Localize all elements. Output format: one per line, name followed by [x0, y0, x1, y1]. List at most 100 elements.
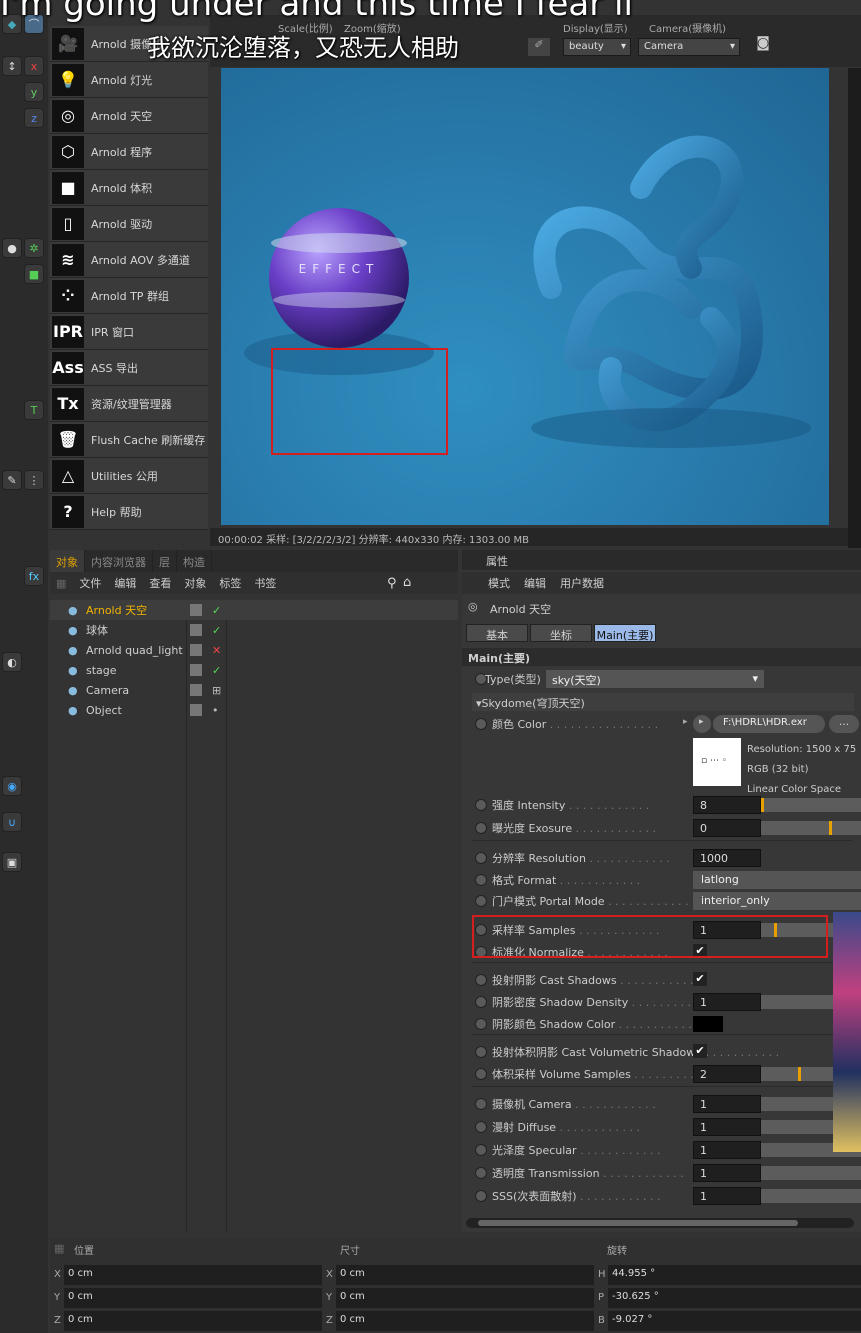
horizontal-scrollbar[interactable] — [466, 1218, 854, 1228]
param-slider[interactable] — [761, 1166, 861, 1180]
object-menu-item[interactable]: 查看 — [149, 575, 171, 591]
z-axis-icon[interactable]: z — [24, 108, 44, 128]
move-icon[interactable]: ↕ — [2, 56, 22, 76]
status-check-icon[interactable]: ✓ — [212, 664, 221, 677]
param-value-field[interactable]: 8 — [693, 796, 761, 814]
radio-icon[interactable] — [475, 996, 487, 1008]
param-value-field[interactable]: 1 — [693, 1164, 761, 1182]
snapshot-camera-icon[interactable]: ◙ — [752, 35, 774, 55]
checkbox[interactable]: ✔ — [693, 972, 707, 986]
radio-icon[interactable] — [475, 822, 487, 834]
object-row[interactable]: ● Object • — [50, 700, 458, 720]
arnold-menu-item[interactable]: IPR IPR 窗口 — [50, 314, 208, 350]
visibility-toggle-icon[interactable] — [190, 624, 202, 636]
checkbox[interactable]: ✔ — [693, 1044, 707, 1058]
radio-icon[interactable] — [475, 718, 487, 730]
attr-menu-item[interactable]: 编辑 — [524, 575, 546, 591]
x-axis-icon[interactable]: x — [24, 56, 44, 76]
shadow-color-swatch[interactable] — [693, 1016, 723, 1032]
render-viewport[interactable]: EFFECT — [221, 68, 829, 525]
object-row[interactable]: ● Arnold quad_light ✕ — [50, 640, 458, 660]
arnold-menu-item[interactable]: Ass ASS 导出 — [50, 350, 208, 386]
type-dropdown[interactable]: sky(天空) ▾ — [546, 670, 764, 688]
arnold-menu-item[interactable]: ⬡ Arnold 程序 — [50, 134, 208, 170]
camera-dropdown[interactable]: Camera ▾ — [638, 38, 740, 56]
size-field[interactable]: 0 cm — [336, 1288, 594, 1308]
radio-icon[interactable] — [475, 799, 487, 811]
param-slider[interactable] — [761, 1189, 861, 1203]
param-value-field[interactable]: 0 — [693, 819, 761, 837]
arnold-menu-item[interactable]: ? Help 帮助 — [50, 494, 208, 530]
home-icon[interactable]: ⌂ — [403, 575, 411, 590]
object-tab[interactable]: 对象 — [50, 550, 85, 572]
arnold-menu-item[interactable]: ⁘ Arnold TP 群组 — [50, 278, 208, 314]
gear-icon[interactable]: ✲ — [24, 238, 44, 258]
param-slider[interactable] — [761, 798, 861, 812]
status-check-icon[interactable]: ✓ — [212, 604, 221, 617]
arnold-menu-item[interactable]: ≋ Arnold AOV 多通道 — [50, 242, 208, 278]
object-row[interactable]: ● 球体 ✓ — [50, 620, 458, 640]
fx-icon[interactable]: fx — [24, 566, 44, 586]
radio-icon[interactable] — [475, 1121, 487, 1133]
param-value-field[interactable]: 1 — [693, 1118, 761, 1136]
param-value-field[interactable]: 1 — [693, 1187, 761, 1205]
arnold-menu-item[interactable]: ▯ Arnold 驱动 — [50, 206, 208, 242]
cube-icon[interactable]: ■ — [24, 264, 44, 284]
position-field[interactable]: 0 cm — [64, 1265, 322, 1285]
display-dropdown[interactable]: beauty ▾ — [563, 38, 631, 56]
radio-icon[interactable] — [475, 1046, 487, 1058]
position-field[interactable]: 0 cm — [64, 1311, 322, 1331]
visibility-toggle-icon[interactable] — [190, 604, 202, 616]
object-menu-item[interactable]: 标签 — [219, 575, 241, 591]
param-value-field[interactable]: 1 — [693, 1095, 761, 1113]
status-x-icon[interactable]: ✕ — [212, 644, 221, 657]
size-field[interactable]: 0 cm — [336, 1265, 594, 1285]
arnold-menu-item[interactable]: △ Utilities 公用 — [50, 458, 208, 494]
param-value-field[interactable]: 1000 — [693, 849, 761, 867]
radio-icon[interactable] — [475, 1144, 487, 1156]
param-dropdown[interactable]: interior_only — [693, 892, 861, 910]
half-sphere-icon[interactable]: ◐ — [2, 652, 22, 672]
position-field[interactable]: 0 cm — [64, 1288, 322, 1308]
object-row[interactable]: ● Camera ⊞ — [50, 680, 458, 700]
object-menu-item[interactable]: 对象 — [184, 575, 206, 591]
grid-icon[interactable]: ⋮ — [24, 470, 44, 490]
file-path-field[interactable]: F:\HDRL\HDR.exr — [713, 715, 825, 733]
param-slider[interactable] — [761, 821, 861, 835]
box-icon[interactable]: ▣ — [2, 852, 22, 872]
object-menu-item[interactable]: 文件 — [79, 575, 101, 591]
visibility-toggle-icon[interactable] — [190, 684, 202, 696]
status-check-icon[interactable]: ✓ — [212, 624, 221, 637]
text-tool-icon[interactable]: T — [24, 400, 44, 420]
radio-icon[interactable] — [475, 895, 487, 907]
status-grid-icon[interactable]: ⊞ — [212, 684, 221, 697]
param-value-field[interactable]: 1 — [693, 1141, 761, 1159]
y-axis-icon[interactable]: y — [24, 82, 44, 102]
play-icon[interactable]: ▸ — [693, 715, 711, 733]
attr-menu-item[interactable]: 用户数据 — [560, 575, 604, 591]
viewport-scrollbar[interactable] — [848, 68, 861, 548]
radio-icon[interactable] — [475, 1167, 487, 1179]
param-dropdown[interactable]: latlong — [693, 871, 861, 889]
radio-icon[interactable] — [475, 1190, 487, 1202]
object-menu-item[interactable]: 书签 — [254, 575, 276, 591]
arnold-menu-item[interactable]: ◎ Arnold 天空 — [50, 98, 208, 134]
attr-tab[interactable]: Main(主要) — [594, 624, 656, 642]
sphere-tool-icon[interactable]: ● — [2, 238, 22, 258]
brush-icon[interactable]: ✐ — [528, 38, 550, 56]
arnold-menu-item[interactable]: 💡 Arnold 灯光 — [50, 62, 208, 98]
skydome-group[interactable]: ▾Skydome(穹顶天空) — [472, 693, 854, 711]
rotation-field[interactable]: 44.955 ° — [608, 1265, 861, 1285]
attr-tab[interactable]: 坐标 — [530, 624, 592, 642]
status-dot-icon[interactable]: • — [212, 704, 219, 717]
paint-icon[interactable]: ✎ — [2, 470, 22, 490]
object-row[interactable]: ● Arnold 天空 ✓ — [50, 600, 458, 620]
attr-tab[interactable]: 基本 — [466, 624, 528, 642]
object-tab[interactable]: 构造 — [177, 550, 212, 572]
object-tab[interactable]: 内容浏览器 — [85, 550, 153, 572]
attr-menu-item[interactable]: 模式 — [488, 575, 510, 591]
param-value-field[interactable]: 2 — [693, 1065, 761, 1083]
snap-icon[interactable]: ◉ — [2, 776, 22, 796]
magnet-icon[interactable]: ∪ — [2, 812, 22, 832]
radio-icon[interactable] — [475, 1098, 487, 1110]
